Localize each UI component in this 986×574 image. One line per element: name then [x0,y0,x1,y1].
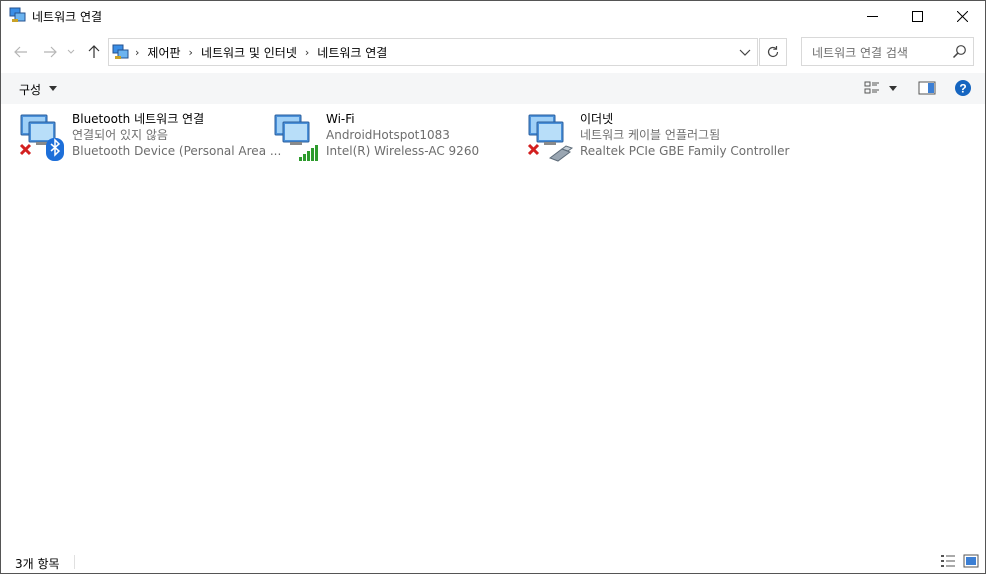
breadcrumb-network-connections[interactable]: 네트워크 연결 [315,44,389,61]
connection-device: Bluetooth Device (Personal Area ... [72,144,282,158]
connections-list: Bluetooth 네트워크 연결 연결되어 있지 않음 Bluetooth D… [1,104,985,549]
up-button[interactable] [85,43,103,61]
maximize-icon [911,10,923,22]
preview-pane-icon[interactable] [918,80,936,96]
organize-button[interactable]: 구성 [19,81,41,98]
connection-status: 네트워크 케이블 언플러그됨 [580,128,721,142]
chevron-down-icon [67,49,75,54]
chevron-right-icon[interactable]: › [299,46,315,59]
view-options-caret-icon[interactable] [889,86,897,91]
details-view-icon[interactable] [940,554,956,568]
status-divider [74,555,75,569]
close-button[interactable] [939,1,985,31]
breadcrumb: › 제어판 › 네트워크 및 인터넷 › 네트워크 연결 [109,39,389,65]
breadcrumb-network-internet[interactable]: 네트워크 및 인터넷 [199,44,299,61]
search-input[interactable]: 네트워크 연결 검색 [812,44,908,61]
address-bar[interactable]: › 제어판 › 네트워크 및 인터넷 › 네트워크 연결 [108,38,758,66]
close-icon [956,10,968,22]
ethernet-network-icon [527,114,574,162]
help-icon[interactable]: ? [954,79,972,97]
chevron-right-icon[interactable]: › [129,46,145,59]
back-button[interactable] [12,43,30,61]
search-icon[interactable] [952,44,967,59]
recent-locations-button[interactable] [65,43,77,61]
item-count: 3개 항목 [15,557,60,571]
control-panel-icon [112,44,129,59]
change-view-icon[interactable] [864,80,880,96]
breadcrumb-control-panel[interactable]: 제어판 [145,44,182,61]
back-arrow-icon [14,46,27,58]
command-bar: 구성 ? [1,73,985,104]
address-dropdown-icon[interactable] [737,44,753,60]
connection-device: Realtek PCIe GBE Family Controller [580,144,790,158]
caret-down-icon[interactable] [49,86,57,91]
connection-name: Wi-Fi [326,112,355,126]
chevron-right-icon[interactable]: › [183,46,199,59]
refresh-button[interactable] [759,38,787,66]
bluetooth-network-icon [19,114,64,161]
list-item[interactable]: 이더넷 네트워크 케이블 언플러그됨 Realtek PCIe GBE Fami… [526,110,790,166]
refresh-icon [767,46,779,58]
connection-name: 이더넷 [580,112,614,126]
connection-name: Bluetooth 네트워크 연결 [72,112,205,126]
search-box[interactable]: 네트워크 연결 검색 [801,37,974,66]
connection-device: Intel(R) Wireless-AC 9260 [326,144,480,158]
forward-button[interactable] [41,43,59,61]
network-connections-app-icon [9,7,26,22]
connection-status: AndroidHotspot1083 [326,128,450,142]
minimize-button[interactable] [849,1,895,31]
svg-text:?: ? [959,82,966,96]
maximize-button[interactable] [894,1,940,31]
wifi-network-icon [274,114,318,161]
up-arrow-icon [88,45,100,58]
status-bar: 3개 항목 [1,549,985,573]
window-title: 네트워크 연결 [32,10,103,24]
list-item[interactable]: Bluetooth 네트워크 연결 연결되어 있지 않음 Bluetooth D… [18,110,281,166]
list-item[interactable]: Wi-Fi AndroidHotspot1083 Intel(R) Wirele… [272,110,522,166]
connection-status: 연결되어 있지 않음 [72,128,168,142]
forward-arrow-icon [44,46,57,58]
minimize-icon [866,15,878,17]
title-bar: 네트워크 연결 [1,1,985,31]
tiles-view-icon[interactable] [963,554,979,568]
